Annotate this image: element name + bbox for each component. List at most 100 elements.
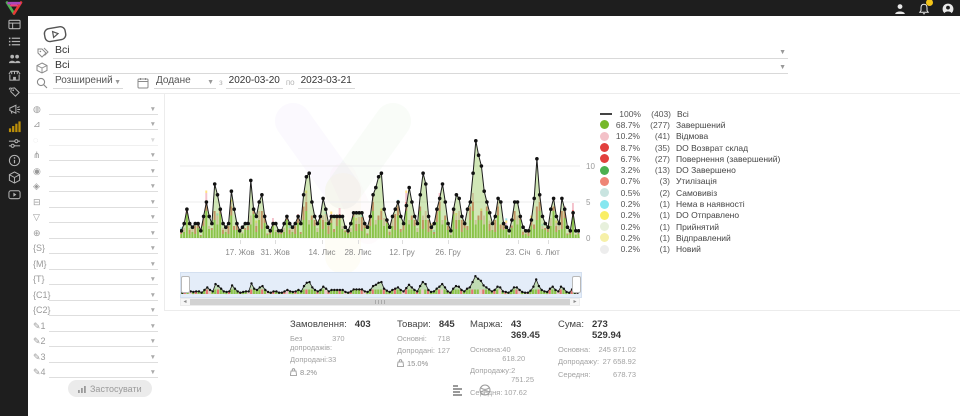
- sidebar-item-info[interactable]: [0, 152, 28, 169]
- legend-item-4[interactable]: 6.7%(27)Повернення (завершений): [600, 153, 785, 164]
- filter-row-disabled-filter[interactable]: ◌ ▼: [33, 130, 158, 146]
- responsible-filter-select[interactable]: ▼: [49, 164, 158, 177]
- custom-field-3-filter-select[interactable]: ▼: [49, 350, 158, 363]
- filter-row-region-filter[interactable]: ⊕ ▼: [33, 223, 158, 239]
- sidebar-item-store[interactable]: [0, 67, 28, 84]
- chevron-down-icon: ▼: [150, 369, 156, 376]
- x-tick-mark: [548, 240, 549, 244]
- legend-item-5[interactable]: 3.2%(13)DO Завершено: [600, 164, 785, 175]
- structure-filter-select[interactable]: ▼: [49, 148, 158, 161]
- filter-row-param-c2-filter[interactable]: {C2} ▼: [33, 301, 158, 317]
- x-tick-label: 31. Жов: [261, 248, 290, 257]
- filter-row-payment-filter[interactable]: ⊟ ▼: [33, 192, 158, 208]
- filter-row-custom-field-1-filter[interactable]: ✎1 ▼: [33, 316, 158, 332]
- filter-row-param-m-filter[interactable]: {M} ▼: [33, 254, 158, 270]
- chart-minimap[interactable]: [180, 272, 582, 298]
- payment-filter-select[interactable]: ▼: [49, 195, 158, 208]
- legend-item-9[interactable]: 0.2%(1)DO Отправлено: [600, 210, 785, 221]
- filter-row-custom-field-4-filter[interactable]: ✎4 ▼: [33, 363, 158, 379]
- funnel-filter-select[interactable]: ▼: [49, 210, 158, 223]
- range-handle-right[interactable]: [572, 276, 581, 293]
- legend-percent: 6.7%: [614, 154, 640, 164]
- sidebar-item-products[interactable]: [0, 84, 28, 101]
- legend-dot-swatch: [600, 120, 609, 129]
- user-icon[interactable]: [894, 2, 906, 14]
- app-logo-icon[interactable]: [4, 1, 24, 20]
- filter-row-param-s-filter[interactable]: {S} ▼: [33, 239, 158, 255]
- sidebar-item-settings[interactable]: [0, 135, 28, 152]
- legend-label: DO Отправлено: [676, 210, 739, 220]
- legend-percent: 8.7%: [614, 143, 640, 153]
- legend-dot-swatch: [600, 211, 609, 220]
- search-mode-select[interactable]: Розширений ▼: [53, 75, 123, 89]
- product-filter-row: Всі ▼: [36, 59, 788, 74]
- legend-item-2[interactable]: 10.2%(41)Відмова: [600, 131, 785, 142]
- legend-item-8[interactable]: 0.2%(1)Нема в наявності: [600, 198, 785, 209]
- legend-item-1[interactable]: 68.7%(277)Завершений: [600, 119, 785, 130]
- disabled-filter-select[interactable]: ▼: [49, 133, 158, 146]
- filter-row-responsible-filter[interactable]: ◉ ▼: [33, 161, 158, 177]
- legend-item-0[interactable]: 100%(403)Всі: [600, 108, 785, 119]
- product-select[interactable]: Всі ▼: [53, 59, 788, 74]
- filter-row-product-filter[interactable]: ◈ ▼: [33, 177, 158, 193]
- date-field-select[interactable]: Додане ▼: [154, 75, 216, 89]
- upsell-percent: 15.0%: [407, 359, 428, 368]
- legend-item-11[interactable]: 0.2%(1)Відправлений: [600, 232, 785, 243]
- legend-item-3[interactable]: 8.7%(35)DO Возврат склад: [600, 142, 785, 153]
- filter-row-structure-filter[interactable]: ⋔ ▼: [33, 146, 158, 162]
- scroll-left-arrow[interactable]: ◂: [181, 299, 189, 305]
- date-to-input[interactable]: 2023-03-21: [298, 75, 355, 89]
- param-m-filter-select[interactable]: ▼: [49, 257, 158, 270]
- legend-item-10[interactable]: 0.2%(1)Прийнятий: [600, 221, 785, 232]
- horizontal-scrollbar[interactable]: ◂ ▸: [180, 298, 580, 306]
- stat-sub-value: 107.62: [504, 388, 527, 397]
- scrollbar-thumb[interactable]: [190, 299, 570, 305]
- custom-field-2-filter-icon: ✎2: [33, 336, 49, 347]
- filter-row-funnel-stage-filter[interactable]: ⊿ ▼: [33, 115, 158, 131]
- legend-item-12[interactable]: 0.2%(1)Новий: [600, 244, 785, 255]
- filter-row-param-c1-filter[interactable]: {C1} ▼: [33, 285, 158, 301]
- source-filter-select[interactable]: ▼: [49, 102, 158, 115]
- stat-column-1: Товари:845Основні:718Допродані:12715.0%: [397, 319, 450, 368]
- filter-row-custom-field-3-filter[interactable]: ✎3 ▼: [33, 347, 158, 363]
- sidebar-item-integrations[interactable]: [0, 169, 28, 186]
- date-from-input[interactable]: 2020-03-20: [226, 75, 283, 89]
- range-handle-left[interactable]: [181, 276, 190, 293]
- legend-item-6[interactable]: 0.7%(3)Утилізація: [600, 176, 785, 187]
- calendar-icon: [137, 77, 154, 89]
- y-tick-label: 10: [586, 162, 595, 171]
- funnel-stage-filter-select[interactable]: ▼: [49, 117, 158, 130]
- stat-value: 273 529.94: [592, 319, 636, 341]
- apply-button[interactable]: Застосувати: [68, 380, 152, 397]
- custom-field-4-filter-select[interactable]: ▼: [49, 365, 158, 378]
- category-select[interactable]: Всі ▼: [53, 44, 788, 59]
- filter-row-source-filter[interactable]: ◍ ▼: [33, 99, 158, 115]
- main-chart[interactable]: [180, 100, 580, 242]
- sidebar-item-analytics[interactable]: [0, 118, 28, 135]
- region-filter-select[interactable]: ▼: [49, 226, 158, 239]
- chevron-down-icon: ▼: [114, 79, 121, 86]
- param-s-filter-select[interactable]: ▼: [49, 241, 158, 254]
- param-t-filter-select[interactable]: ▼: [49, 272, 158, 285]
- sidebar-item-tutorials[interactable]: [0, 186, 28, 203]
- sidebar-item-orders[interactable]: [0, 33, 28, 50]
- list-view-icon[interactable]: [453, 383, 465, 401]
- legend-item-7[interactable]: 0.5%(2)Самовивіз: [600, 187, 785, 198]
- custom-field-2-filter-select[interactable]: ▼: [49, 334, 158, 347]
- sidebar-item-marketing[interactable]: [0, 101, 28, 118]
- param-s-filter-icon: {S}: [33, 243, 49, 254]
- filter-row-param-t-filter[interactable]: {T} ▼: [33, 270, 158, 286]
- legend-percent: 0.5%: [614, 188, 640, 198]
- custom-field-1-filter-select[interactable]: ▼: [49, 319, 158, 332]
- filter-row-funnel-filter[interactable]: ▽ ▼: [33, 208, 158, 224]
- scroll-right-arrow[interactable]: ▸: [571, 299, 579, 305]
- param-c1-filter-select[interactable]: ▼: [49, 288, 158, 301]
- stat-sub-label: Допродані:: [397, 346, 435, 355]
- account-avatar-icon[interactable]: [942, 2, 954, 14]
- param-c2-filter-select[interactable]: ▼: [49, 303, 158, 316]
- sidebar-item-clients[interactable]: [0, 50, 28, 67]
- product-view-icon[interactable]: [479, 383, 491, 401]
- filter-row-custom-field-2-filter[interactable]: ✎2 ▼: [33, 332, 158, 348]
- product-filter-select[interactable]: ▼: [49, 179, 158, 192]
- notifications-bell-icon[interactable]: [918, 2, 930, 14]
